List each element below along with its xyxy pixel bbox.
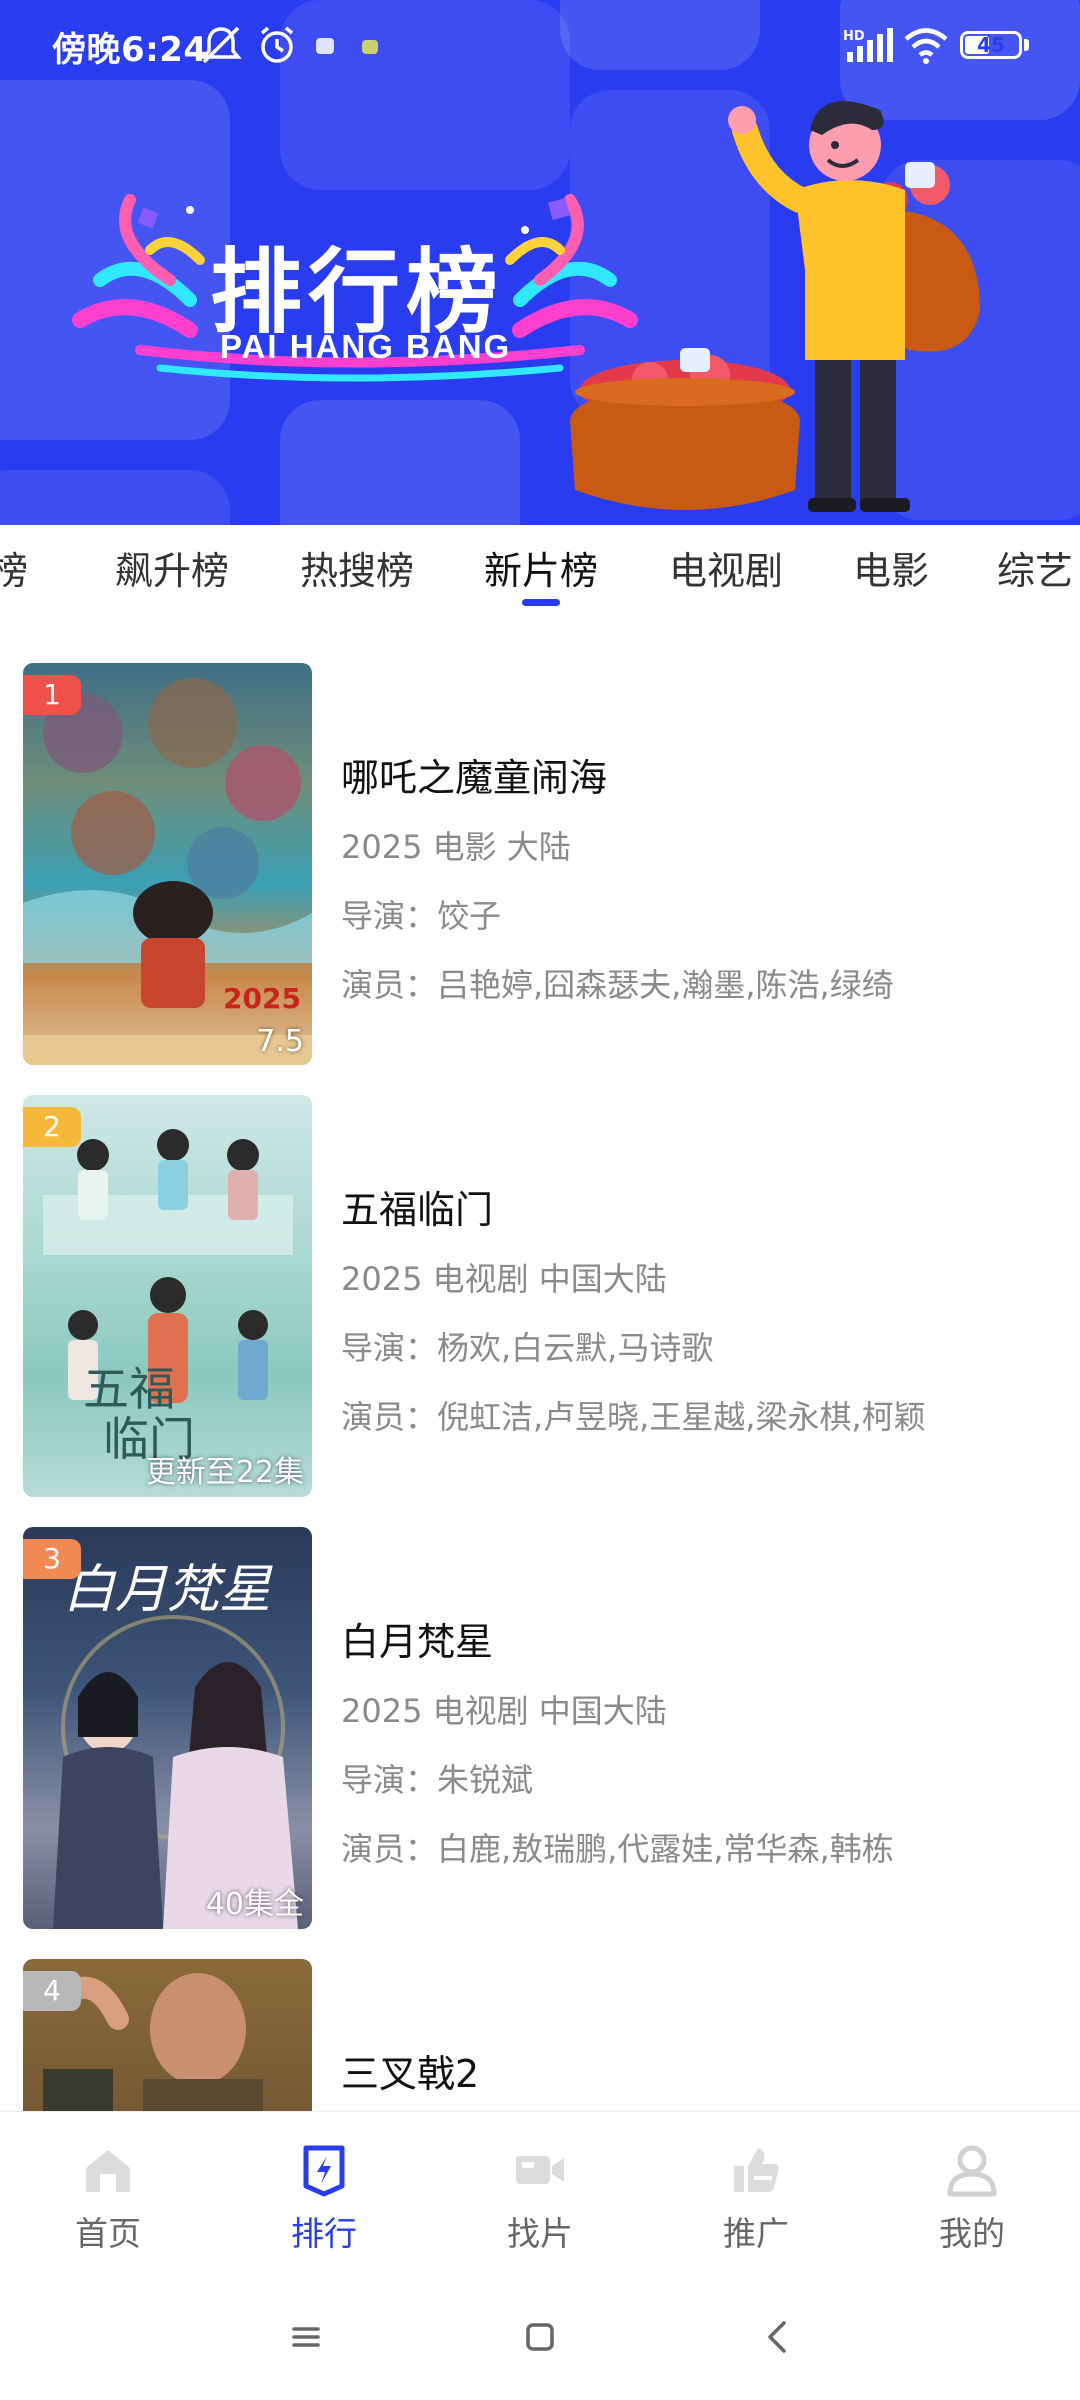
nav-ranking[interactable]: 排行 bbox=[216, 2112, 432, 2272]
home-square-icon[interactable] bbox=[510, 2307, 570, 2367]
list-item[interactable]: 4 三叉戟2 bbox=[0, 1907, 1080, 2111]
user-icon bbox=[947, 2145, 997, 2197]
year-genre-region: 2025 电视剧 中国大陆 bbox=[341, 1692, 667, 1730]
tab-new-releases[interactable]: 新片榜 bbox=[484, 540, 598, 595]
year-genre-region: 2025 电影 大陆 bbox=[341, 828, 571, 866]
svg-text:五福: 五福 bbox=[83, 1362, 175, 1416]
director: 导演：朱锐斌 bbox=[341, 1761, 534, 1799]
battery-icon: 45 bbox=[960, 31, 1022, 59]
list-item[interactable]: 2025 1 7.5 哪吒之魔童闹海 2025 电影 大陆 导演：饺子 演员：吕… bbox=[0, 611, 1080, 1065]
poster-image[interactable]: 白月梵星 3 40集全 bbox=[23, 1527, 312, 1929]
home-icon bbox=[86, 2150, 130, 2192]
nav-find-label: 找片 bbox=[507, 2214, 573, 2253]
tab-hot-search[interactable]: 热搜榜 bbox=[300, 540, 414, 595]
banner-title-art: 排行榜 PAI HANG BANG bbox=[70, 170, 640, 390]
cast: 演员：白鹿,敖瑞鹏,代露娃,常华森,韩栋 bbox=[341, 1830, 894, 1868]
menu-icon[interactable] bbox=[276, 2307, 336, 2367]
back-icon[interactable] bbox=[748, 2307, 808, 2367]
active-tab-indicator bbox=[522, 599, 560, 606]
rank-badge: 4 bbox=[23, 1971, 81, 2011]
wifi-icon bbox=[904, 28, 948, 64]
nav-mine-label: 我的 bbox=[939, 2214, 1005, 2253]
battery-level: 45 bbox=[977, 33, 1005, 57]
signal-icon bbox=[847, 28, 893, 62]
system-navigation-bar bbox=[0, 2271, 1080, 2400]
status-bar: 傍晚6:24 HD 45 bbox=[0, 0, 1080, 92]
bottom-navigation: 首页 排行 找片 推广 我的 bbox=[0, 2111, 1080, 2271]
mute-icon bbox=[200, 26, 242, 64]
ranking-icon bbox=[303, 2145, 345, 2197]
cast: 演员：吕艳婷,囧森瑟夫,瀚墨,陈浩,绿绮 bbox=[341, 966, 894, 1004]
poster-image[interactable]: 4 bbox=[23, 1959, 312, 2111]
tab-variety[interactable]: 综艺 bbox=[997, 540, 1073, 595]
movie-title[interactable]: 五福临门 bbox=[341, 1179, 493, 1234]
nav-promote-label: 推广 bbox=[723, 2214, 789, 2253]
rank-badge: 3 bbox=[23, 1539, 81, 1579]
cast: 演员：倪虹洁,卢昱晓,王星越,梁永棋,柯颖 bbox=[341, 1398, 926, 1436]
poster-image[interactable]: 五福 临门 2 更新至22集 bbox=[23, 1095, 312, 1497]
year-genre-region: 2025 电视剧 中国大陆 bbox=[341, 1260, 667, 1298]
tab-previous[interactable]: 榜 bbox=[0, 540, 28, 595]
banner-subtitle: PAI HANG BANG bbox=[220, 328, 512, 365]
movie-title[interactable]: 哪吒之魔童闹海 bbox=[341, 747, 607, 802]
tab-tv-series[interactable]: 电视剧 bbox=[669, 540, 783, 595]
app-notification-icon bbox=[316, 38, 334, 54]
nav-promote[interactable]: 推广 bbox=[648, 2112, 864, 2272]
ranking-tabs: 榜 飙升榜 热搜榜 新片榜 电视剧 电影 综艺 bbox=[0, 525, 1080, 611]
poster-image[interactable]: 2025 1 7.5 bbox=[23, 663, 312, 1065]
rank-badge: 2 bbox=[23, 1107, 81, 1147]
video-camera-icon bbox=[516, 2156, 564, 2184]
ranking-banner: 傍晚6:24 HD 45 排行榜 PAI HANG BANG bbox=[0, 0, 1080, 525]
character-illustration bbox=[570, 101, 980, 512]
director: 导演：杨欢,白云默,马诗歌 bbox=[341, 1329, 714, 1367]
list-item[interactable]: 白月梵星 3 40集全 白月梵星 2025 电视剧 中国大陆 导演：朱锐斌 演员… bbox=[0, 1475, 1080, 1929]
list-item[interactable]: 五福 临门 2 更新至22集 五福临门 2025 电视剧 中国大陆 导演：杨欢,… bbox=[0, 1043, 1080, 1497]
svg-text:2025: 2025 bbox=[223, 982, 301, 1015]
tab-soaring[interactable]: 飙升榜 bbox=[115, 540, 229, 595]
app-notification-icon bbox=[362, 40, 378, 54]
nav-ranking-label: 排行 bbox=[291, 2214, 357, 2253]
tab-movies[interactable]: 电影 bbox=[853, 540, 929, 595]
rank-badge: 1 bbox=[23, 675, 81, 715]
director: 导演：饺子 bbox=[341, 897, 502, 935]
status-time: 傍晚6:24 bbox=[52, 30, 208, 70]
svg-text:白月梵星: 白月梵星 bbox=[63, 1560, 273, 1620]
nav-mine[interactable]: 我的 bbox=[864, 2112, 1080, 2272]
movie-title[interactable]: 三叉戟2 bbox=[341, 2043, 479, 2098]
nav-home[interactable]: 首页 bbox=[0, 2112, 216, 2272]
thumbs-up-icon bbox=[734, 2148, 779, 2192]
alarm-icon bbox=[260, 26, 294, 63]
nav-home-label: 首页 bbox=[75, 2214, 141, 2253]
movie-title[interactable]: 白月梵星 bbox=[341, 1611, 493, 1666]
nav-find[interactable]: 找片 bbox=[432, 2112, 648, 2272]
ranking-list: 2025 1 7.5 哪吒之魔童闹海 2025 电影 大陆 导演：饺子 演员：吕… bbox=[0, 611, 1080, 2111]
